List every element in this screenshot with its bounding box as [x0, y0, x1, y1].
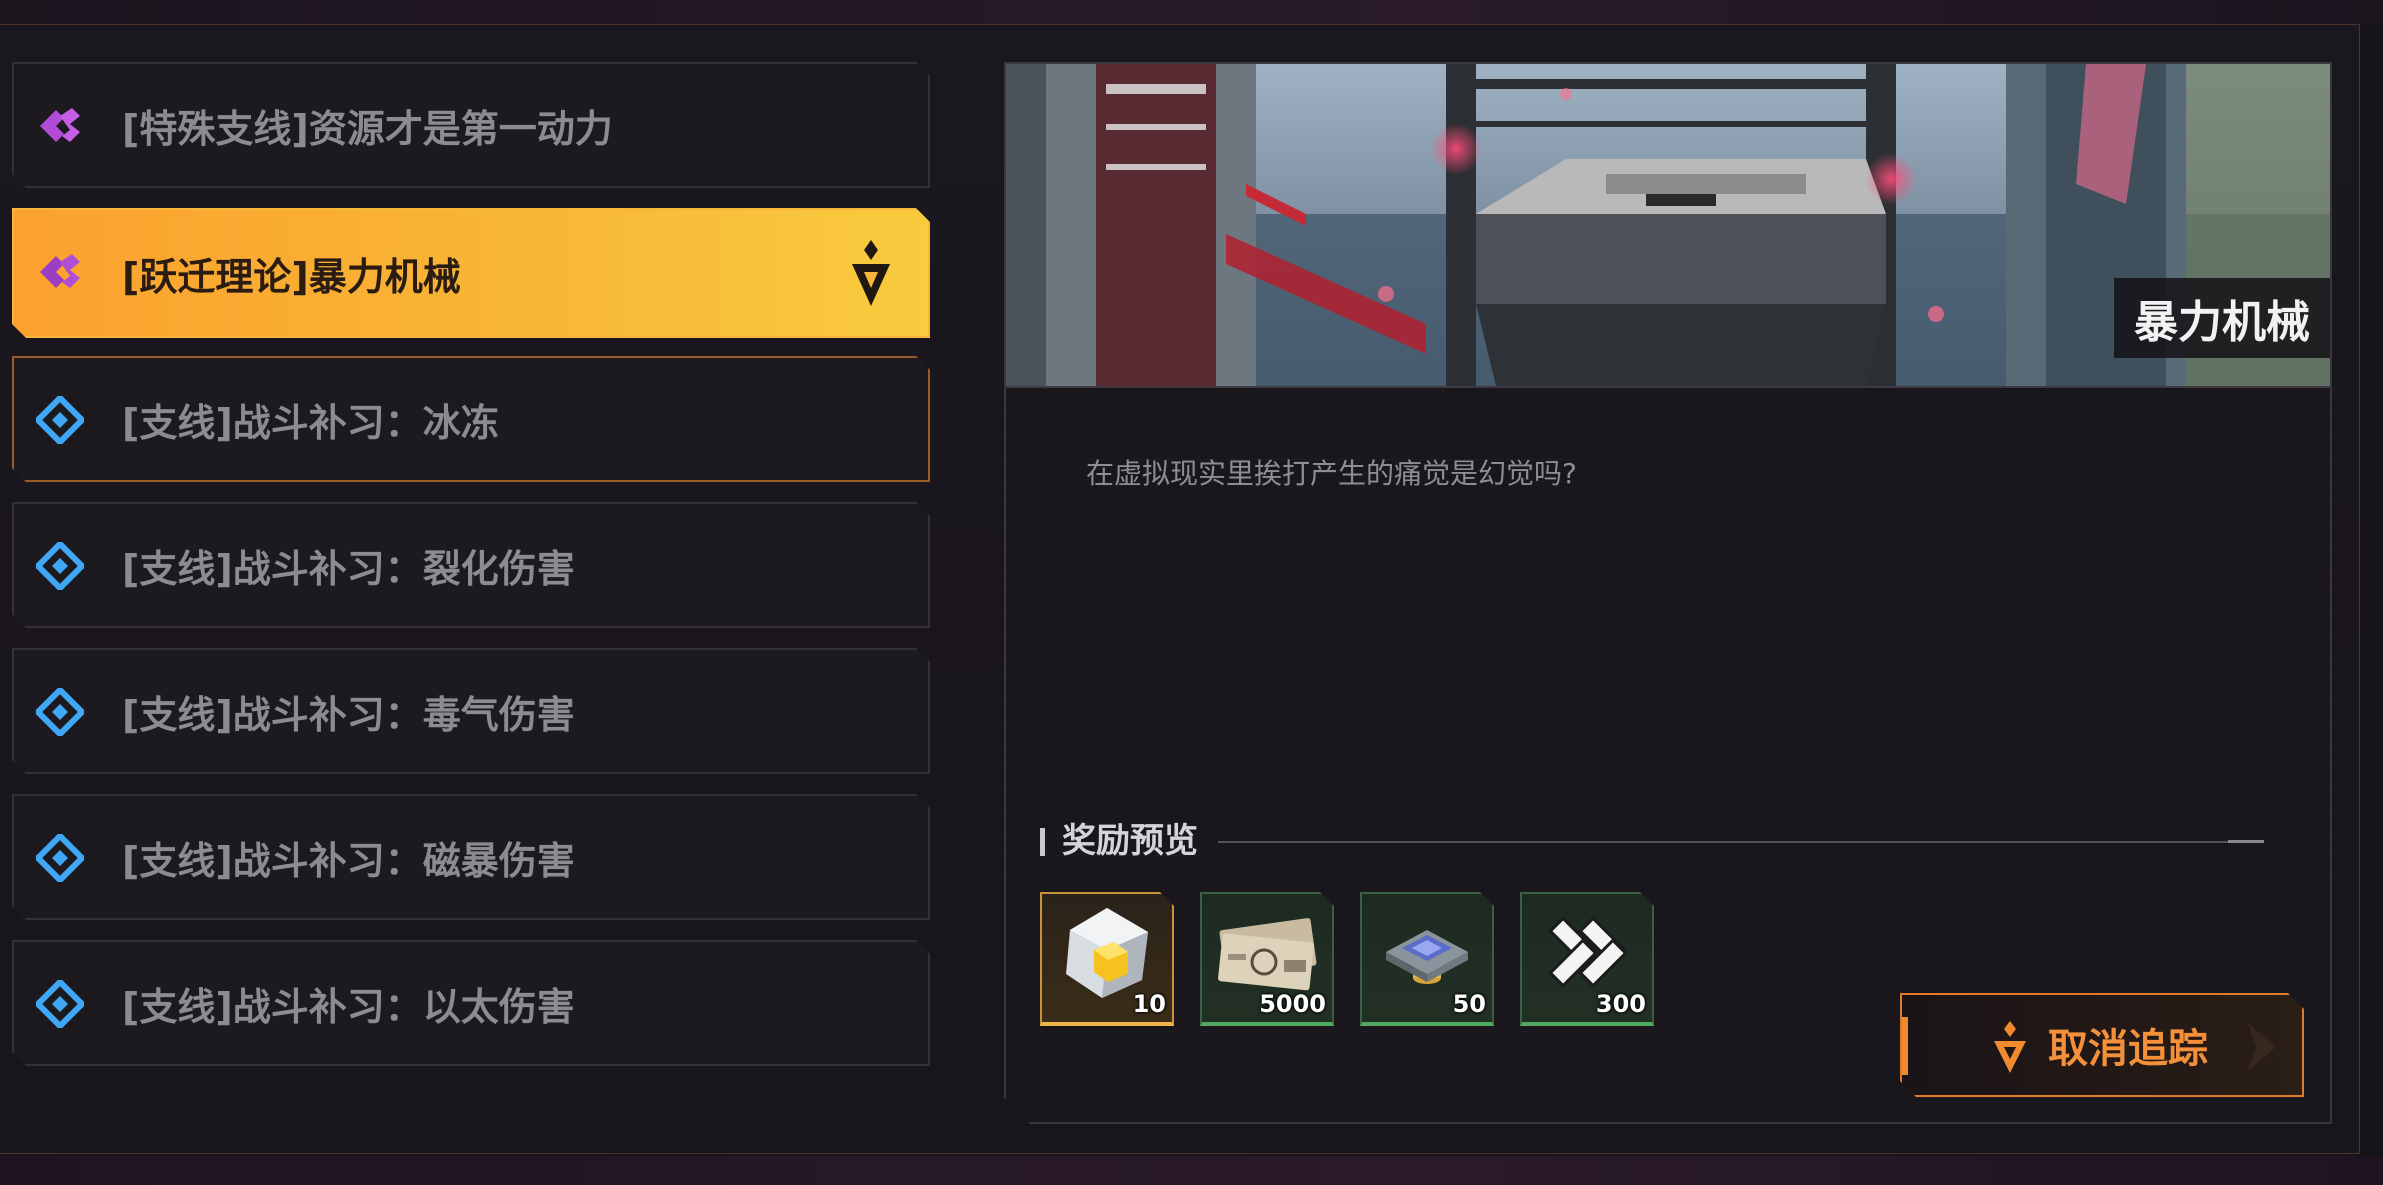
quest-label: [支线]战斗补习：裂化伤害	[122, 546, 575, 591]
cancel-tracking-button[interactable]: 取消追踪	[1900, 993, 2304, 1097]
tracking-marker-icon	[848, 238, 894, 308]
reward-preview-title: 奖励预览	[1062, 821, 1198, 861]
quest-label: [特殊支线]资源才是第一动力	[122, 106, 613, 151]
reward-quantity: 300	[1595, 990, 1646, 1018]
special-quest-icon	[36, 248, 84, 296]
quest-detail-panel: 暴力机械 在虚拟现实里挨打产生的痛觉是幻觉吗? 奖励预览 10 5000 50 …	[1004, 62, 2332, 1124]
material-chain-icon	[1532, 902, 1642, 1002]
header-accent-bar	[1040, 828, 1045, 856]
side-quest-icon	[36, 396, 84, 444]
tracking-marker-icon	[1992, 1019, 2028, 1075]
side-quest-icon	[36, 980, 84, 1028]
quest-item-ether[interactable]: [支线]战斗补习：以太伤害	[12, 940, 930, 1066]
reward-quantity: 10	[1132, 990, 1166, 1018]
quest-item-special-resource[interactable]: [特殊支线]资源才是第一动力	[12, 62, 930, 188]
reward-item-chip[interactable]: 50	[1360, 892, 1494, 1026]
cancel-tracking-label: 取消追踪	[2048, 1026, 2208, 1072]
quest-title: 暴力机械	[2114, 278, 2330, 358]
quest-label: [跃迁理论]暴力机械	[122, 254, 461, 299]
top-strip	[0, 0, 2383, 24]
reward-quantity: 5000	[1259, 990, 1326, 1018]
chip-stack-icon	[1372, 902, 1482, 1002]
reward-quantity: 50	[1452, 990, 1486, 1018]
quest-item-shatter[interactable]: [支线]战斗补习：裂化伤害	[12, 502, 930, 628]
reward-item-dennies[interactable]: 5000	[1200, 892, 1334, 1026]
quest-item-violent-machine[interactable]: [跃迁理论]暴力机械	[12, 208, 930, 338]
quest-label: [支线]战斗补习：以太伤害	[122, 984, 575, 1029]
chevron-right-icon	[2242, 1019, 2282, 1075]
quest-label: [支线]战斗补习：毒气伤害	[122, 692, 575, 737]
reward-preview-header: 奖励预览	[1040, 816, 2270, 866]
reward-item-material[interactable]: 300	[1520, 892, 1654, 1026]
header-divider-end	[2228, 840, 2264, 843]
quest-item-poison[interactable]: [支线]战斗补习：毒气伤害	[12, 648, 930, 774]
special-quest-icon	[36, 102, 84, 150]
quest-item-electric[interactable]: [支线]战斗补习：磁暴伤害	[12, 794, 930, 920]
bottom-strip	[0, 1156, 2383, 1185]
side-quest-icon	[36, 834, 84, 882]
banknotes-icon	[1212, 902, 1322, 1002]
quest-label: [支线]战斗补习：冰冻	[122, 400, 499, 445]
quest-item-freeze[interactable]: [支线]战斗补习：冰冻	[12, 356, 930, 482]
side-quest-icon	[36, 688, 84, 736]
header-divider	[1218, 841, 2228, 843]
reward-item-crystal[interactable]: 10	[1040, 892, 1174, 1026]
crystal-cube-icon	[1052, 902, 1162, 1002]
button-accent	[1902, 1017, 1908, 1075]
quest-label: [支线]战斗补习：磁暴伤害	[122, 838, 575, 883]
quest-banner-image: 暴力机械	[1006, 64, 2330, 388]
side-quest-icon	[36, 542, 84, 590]
quest-description: 在虚拟现实里挨打产生的痛觉是幻觉吗?	[1086, 457, 1577, 490]
